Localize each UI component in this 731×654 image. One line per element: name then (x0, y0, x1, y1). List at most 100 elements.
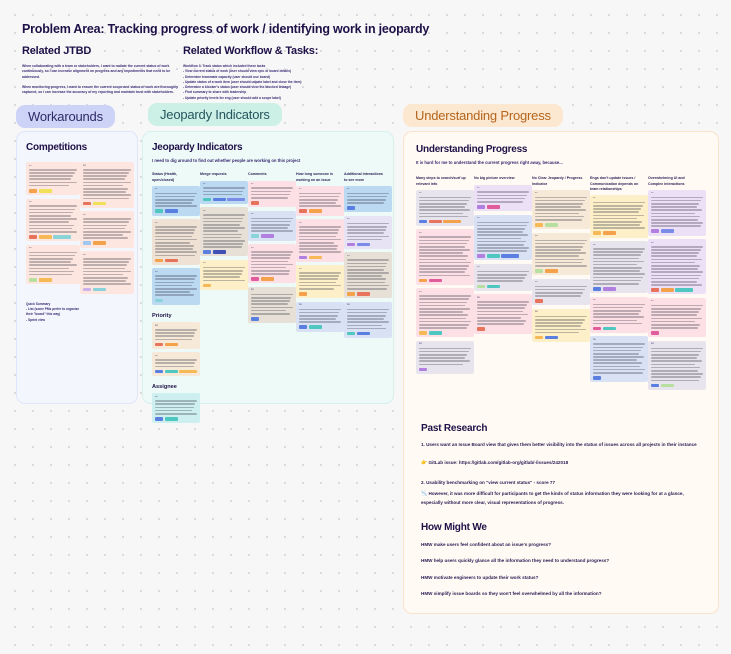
tag-chip (535, 269, 543, 273)
sticky-note[interactable]: P5 (152, 352, 200, 376)
sticky-note[interactable]: P6 (152, 393, 200, 424)
sticky-note-tags (535, 223, 587, 227)
text-line (593, 263, 637, 266)
text-line (251, 260, 288, 263)
sticky-note[interactable]: P4 (344, 301, 392, 338)
sticky-note[interactable]: P3 (26, 244, 80, 285)
sticky-note[interactable]: P4 (416, 340, 474, 374)
text-line (83, 178, 126, 181)
text-line (419, 196, 471, 199)
sticky-note[interactable]: P1 (248, 180, 296, 208)
jeopardy-panel-title: Jeopardy Indicators (152, 142, 243, 153)
text-line (155, 338, 192, 341)
sticky-note[interactable]: P1 (296, 185, 344, 216)
tag-chip (251, 201, 259, 205)
text-line (477, 227, 525, 230)
sticky-note-id: P2 (477, 217, 480, 220)
sticky-note[interactable]: P2 (248, 210, 296, 241)
column-header: Overwhelming UI and Complex interactions (648, 176, 685, 186)
sticky-note[interactable]: P1 (532, 189, 590, 230)
sticky-note[interactable]: P4 (248, 286, 296, 324)
sticky-note[interactable]: P2 (590, 241, 648, 294)
sticky-note[interactable]: P5 (80, 211, 134, 248)
sticky-note-text (155, 275, 197, 296)
text-line (155, 241, 191, 244)
sticky-note[interactable]: P1 (26, 162, 80, 196)
sticky-note[interactable]: P3 (296, 265, 344, 299)
gitlab-issue-link[interactable]: GitLab issue: https://gitlab.com/gitlab-… (429, 460, 569, 465)
how-might-we-list: HMW make users feel confident about an i… (421, 542, 703, 598)
sticky-note[interactable]: P1 (416, 189, 474, 226)
sticky-note[interactable]: P2 (26, 198, 80, 242)
tag-chip (356, 331, 370, 336)
sticky-note[interactable]: P3 (648, 297, 706, 338)
sticky-note[interactable]: P3 (532, 278, 590, 306)
sticky-note[interactable]: P1 (648, 189, 706, 236)
text-line (477, 310, 523, 313)
sticky-note[interactable]: P3 (416, 288, 474, 338)
text-line (593, 267, 642, 269)
text-line (593, 208, 641, 210)
sticky-note[interactable]: P3 (344, 252, 392, 299)
sticky-note[interactable]: P3 (590, 296, 648, 333)
sticky-note[interactable]: P2 (416, 229, 474, 285)
column-header: Engs don't update issues / Communication… (590, 176, 639, 191)
whiteboard-canvas[interactable]: Problem Area: Tracking progress of work … (0, 0, 731, 654)
sticky-note-tags (83, 287, 131, 292)
sticky-note[interactable]: P3 (248, 244, 296, 284)
text-line (83, 273, 124, 276)
sticky-note-id: P2 (299, 221, 302, 224)
text-line (299, 241, 335, 244)
sticky-note[interactable]: P2 (344, 215, 392, 249)
sticky-note[interactable]: P2 (532, 232, 590, 276)
sticky-note[interactable]: P6 (80, 251, 134, 294)
tag-chip (428, 278, 442, 283)
text-line (203, 276, 240, 279)
text-line (593, 257, 639, 260)
sticky-note[interactable]: P4 (80, 162, 134, 208)
text-line (29, 208, 76, 211)
sticky-note[interactable]: P4 (152, 322, 200, 349)
text-line (155, 232, 194, 234)
text-line (155, 365, 194, 368)
text-line (419, 347, 471, 350)
panel-workarounds[interactable]: Competitions P1 P2 P3 P4 P5 P6 Quick Summary -… (16, 131, 138, 404)
tag-chip (155, 258, 163, 263)
sticky-note[interactable]: P3 (474, 263, 532, 291)
section-pill-workarounds[interactable]: Workarounds (16, 105, 115, 128)
panel-jeopardy[interactable]: Jeopardy Indicators I need to dig around… (142, 131, 394, 424)
sticky-note[interactable]: P1 (152, 185, 200, 216)
jeopardy-columns: Status (Health, open/closed) P1 P2 P3 Priori… (152, 172, 392, 426)
text-line (251, 193, 290, 196)
sticky-note[interactable]: P2 (474, 214, 532, 261)
sticky-note[interactable]: P3 (200, 259, 248, 290)
section-pill-jeopardy[interactable]: Jeopardy Indicators (148, 103, 282, 126)
sticky-note[interactable]: P4 (296, 301, 344, 332)
text-line (155, 205, 197, 207)
sticky-note-id: P4 (651, 343, 654, 346)
text-line (347, 195, 388, 198)
past-research-link-row[interactable]: 👉 GitLab issue: https://gitlab.com/gitla… (421, 459, 703, 468)
sticky-note[interactable]: P2 (648, 239, 706, 295)
text-line (419, 354, 467, 356)
sticky-note-text (651, 304, 703, 329)
understanding-panel-subtitle: It is hard for me to understand the curr… (416, 160, 563, 165)
sticky-note[interactable]: P2 (200, 207, 248, 257)
sticky-note-id: P6 (155, 395, 158, 398)
sticky-note[interactable]: P4 (590, 336, 648, 383)
sticky-note[interactable]: P1 (200, 180, 248, 204)
sticky-note[interactable]: P4 (474, 294, 532, 334)
sticky-note[interactable]: P4 (648, 340, 706, 390)
sticky-note[interactable]: P4 (532, 308, 590, 342)
section-pill-understanding[interactable]: Understanding Progress (403, 104, 563, 127)
text-line (203, 243, 244, 245)
sticky-note-text (251, 250, 293, 275)
sticky-note[interactable]: P3 (152, 268, 200, 305)
sticky-note[interactable]: P1 (344, 185, 392, 213)
sticky-note[interactable]: P2 (152, 219, 200, 265)
sticky-note[interactable]: P1 (474, 184, 532, 212)
text-line (83, 283, 131, 286)
sticky-note[interactable]: P2 (296, 219, 344, 262)
text-line (419, 311, 463, 313)
sticky-note[interactable]: P1 (590, 194, 648, 238)
